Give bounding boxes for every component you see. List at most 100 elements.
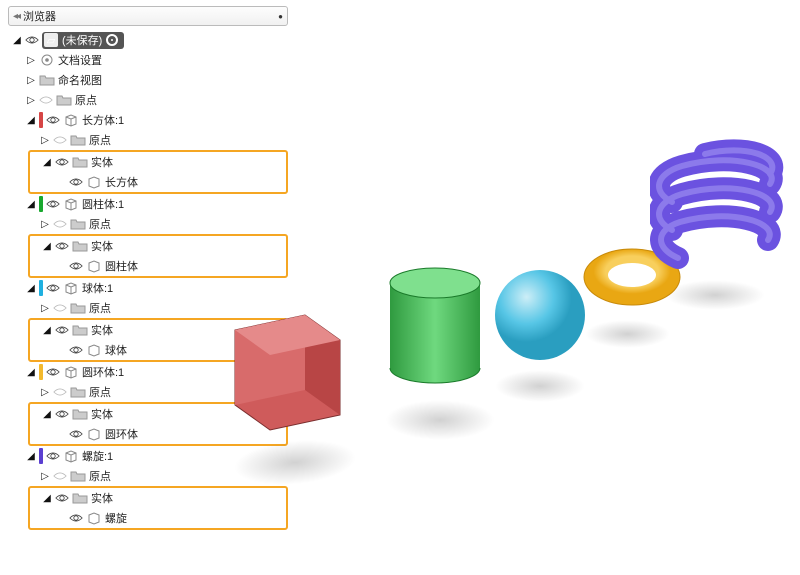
tree-item-cylinder[interactable]: 圆柱体:1 — [8, 194, 288, 214]
expand-icon[interactable] — [12, 35, 22, 46]
item-label: 圆柱体 — [105, 258, 138, 274]
item-label: 长方体 — [105, 174, 138, 190]
folder-icon — [72, 490, 88, 506]
item-label: 原点 — [89, 216, 111, 232]
eye-icon[interactable] — [53, 301, 67, 315]
expand-icon[interactable] — [26, 95, 36, 106]
eye-icon[interactable] — [69, 427, 83, 441]
item-label: 长方体:1 — [82, 112, 124, 128]
tree-item-coil-bodies[interactable]: 实体 — [30, 488, 286, 508]
expand-icon[interactable] — [42, 493, 52, 504]
tree-item-origin[interactable]: 原点 — [8, 90, 288, 110]
shape-sphere[interactable] — [490, 265, 590, 365]
eye-icon[interactable] — [46, 449, 60, 463]
shadow — [495, 370, 585, 402]
tree-item-box[interactable]: 长方体:1 — [8, 110, 288, 130]
tree-item-sphere[interactable]: 球体:1 — [8, 278, 288, 298]
eye-icon[interactable] — [69, 175, 83, 189]
folder-icon — [70, 132, 86, 148]
eye-icon[interactable] — [55, 491, 69, 505]
tree-item-tor-body[interactable]: 圆环体 — [30, 424, 286, 444]
tree-item-sph-body[interactable]: 球体 — [30, 340, 286, 360]
tree-item-coil-origin[interactable]: 原点 — [8, 466, 288, 486]
expand-icon[interactable] — [26, 367, 36, 378]
eye-icon[interactable] — [53, 469, 67, 483]
shape-torus[interactable] — [580, 245, 685, 310]
item-label: 实体 — [91, 238, 113, 254]
root-chip[interactable]: ▱ (未保存) — [42, 32, 124, 49]
expand-icon[interactable] — [40, 387, 50, 398]
eye-icon[interactable] — [69, 259, 83, 273]
gear-icon — [39, 52, 55, 68]
eye-icon[interactable] — [69, 511, 83, 525]
color-bar — [39, 448, 43, 464]
component-icon — [63, 112, 79, 128]
shape-cylinder[interactable] — [375, 255, 495, 400]
panel-options-icon[interactable]: ● — [278, 12, 283, 21]
shape-coil[interactable] — [650, 130, 790, 280]
highlight-group-coil: 实体 螺旋 — [28, 486, 288, 530]
component-icon — [63, 196, 79, 212]
tree-item-docset[interactable]: 文档设置 — [8, 50, 288, 70]
eye-icon[interactable] — [53, 217, 67, 231]
eye-icon[interactable] — [69, 343, 83, 357]
expand-icon[interactable] — [42, 241, 52, 252]
item-label: 原点 — [75, 92, 97, 108]
activate-target-icon[interactable] — [106, 34, 118, 46]
eye-icon[interactable] — [55, 155, 69, 169]
tree-item-box-body[interactable]: 长方体 — [30, 172, 286, 192]
color-bar — [39, 280, 43, 296]
item-label: 球体:1 — [82, 280, 113, 296]
eye-icon[interactable] — [55, 239, 69, 253]
item-label: 实体 — [91, 154, 113, 170]
eye-icon[interactable] — [55, 323, 69, 337]
expand-icon[interactable] — [26, 199, 36, 210]
tree-item-box-origin[interactable]: 原点 — [8, 130, 288, 150]
expand-icon[interactable] — [40, 471, 50, 482]
eye-icon[interactable] — [25, 33, 39, 47]
item-label: 圆环体 — [105, 426, 138, 442]
tree-item-tor-origin[interactable]: 原点 — [8, 382, 288, 402]
expand-icon[interactable] — [26, 55, 36, 66]
eye-icon[interactable] — [55, 407, 69, 421]
expand-icon[interactable] — [42, 325, 52, 336]
expand-icon[interactable] — [26, 115, 36, 126]
item-label: 实体 — [91, 406, 113, 422]
expand-icon[interactable] — [40, 219, 50, 230]
eye-icon[interactable] — [46, 365, 60, 379]
tree-item-box-bodies[interactable]: 实体 — [30, 152, 286, 172]
tree-item-sph-bodies[interactable]: 实体 — [30, 320, 286, 340]
tree-item-torus[interactable]: 圆环体:1 — [8, 362, 288, 382]
eye-icon[interactable] — [46, 281, 60, 295]
tree-item-tor-bodies[interactable]: 实体 — [30, 404, 286, 424]
body-icon — [86, 258, 102, 274]
tree-item-sph-origin[interactable]: 原点 — [8, 298, 288, 318]
highlight-group-cyl: 实体 圆柱体 — [28, 234, 288, 278]
eye-icon[interactable] — [46, 113, 60, 127]
tree-item-cyl-body[interactable]: 圆柱体 — [30, 256, 286, 276]
tree-item-coil[interactable]: 螺旋:1 — [8, 446, 288, 466]
document-icon: ▱ — [44, 33, 58, 47]
eye-icon[interactable] — [46, 197, 60, 211]
expand-icon[interactable] — [26, 283, 36, 294]
tree-root[interactable]: ▱ (未保存) — [8, 30, 288, 50]
expand-icon[interactable] — [26, 451, 36, 462]
eye-icon[interactable] — [53, 133, 67, 147]
expand-icon[interactable] — [40, 303, 50, 314]
tree-item-cyl-origin[interactable]: 原点 — [8, 214, 288, 234]
shadow — [385, 400, 495, 440]
collapse-icon[interactable]: ◂◂ — [13, 11, 19, 22]
eye-icon[interactable] — [53, 385, 67, 399]
body-icon — [86, 426, 102, 442]
tree-item-views[interactable]: 命名视图 — [8, 70, 288, 90]
eye-icon[interactable] — [39, 93, 53, 107]
expand-icon[interactable] — [42, 157, 52, 168]
tree-item-coil-body[interactable]: 螺旋 — [30, 508, 286, 528]
tree-item-cyl-bodies[interactable]: 实体 — [30, 236, 286, 256]
browser-header[interactable]: ◂◂ 浏览器 ● — [8, 6, 288, 26]
item-label: 原点 — [89, 384, 111, 400]
expand-icon[interactable] — [26, 75, 36, 86]
expand-icon[interactable] — [42, 409, 52, 420]
highlight-group-sph: 实体 球体 — [28, 318, 288, 362]
expand-icon[interactable] — [40, 135, 50, 146]
